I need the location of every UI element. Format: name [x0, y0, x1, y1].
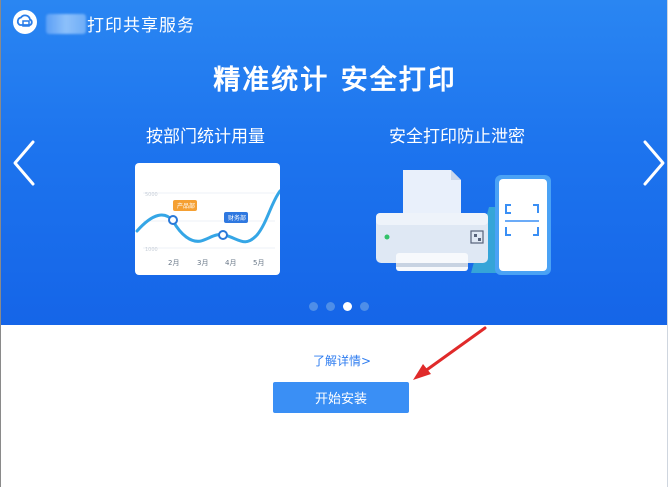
- previous-slide-button[interactable]: [7, 138, 41, 188]
- banner-headline: 精准统计 安全打印: [213, 65, 457, 96]
- window-title: 打印共享服务: [87, 16, 195, 36]
- learn-more-link[interactable]: 了解详情>: [313, 352, 371, 369]
- feature-banner: 打印共享服务 精准统计 安全打印 按部门统计用量 安全打印防止泄密 5000 1…: [1, 0, 667, 325]
- month-label: 5月: [253, 259, 264, 267]
- feature-label-department-usage: 按部门统计用量: [146, 127, 265, 147]
- slide-dot[interactable]: [309, 302, 318, 311]
- feature-label-secure-print: 安全打印防止泄密: [389, 127, 525, 147]
- start-install-button[interactable]: 开始安装: [273, 382, 409, 413]
- slide-dot[interactable]: [326, 302, 335, 311]
- chevron-left-icon: [13, 140, 35, 186]
- title-bar[interactable]: 打印共享服务: [1, 0, 667, 44]
- y-label-low: 1000: [145, 247, 158, 253]
- month-label: 3月: [197, 259, 208, 267]
- secure-print-illustration: [371, 165, 551, 277]
- month-label: 2月: [168, 259, 179, 267]
- chart-tag-product: 产品部: [177, 202, 195, 210]
- month-label: 4月: [225, 259, 236, 267]
- y-label-high: 5000: [145, 192, 158, 198]
- usage-chart-illustration: 5000 1000 产品部 财务部 2月 3月 4月 5月: [135, 163, 282, 275]
- chart-tag-finance: 财务部: [228, 214, 246, 222]
- annotation-arrow-icon: [413, 326, 487, 380]
- next-slide-button[interactable]: [637, 138, 667, 188]
- slide-dot[interactable]: [360, 302, 369, 311]
- redacted-brand: [46, 14, 86, 34]
- installer-window: 打印共享服务 精准统计 安全打印 按部门统计用量 安全打印防止泄密 5000 1…: [0, 0, 668, 487]
- chevron-right-icon: [643, 140, 665, 186]
- slide-dot[interactable]: [343, 302, 352, 311]
- slide-indicator: [309, 302, 369, 311]
- app-logo-icon: [13, 10, 37, 34]
